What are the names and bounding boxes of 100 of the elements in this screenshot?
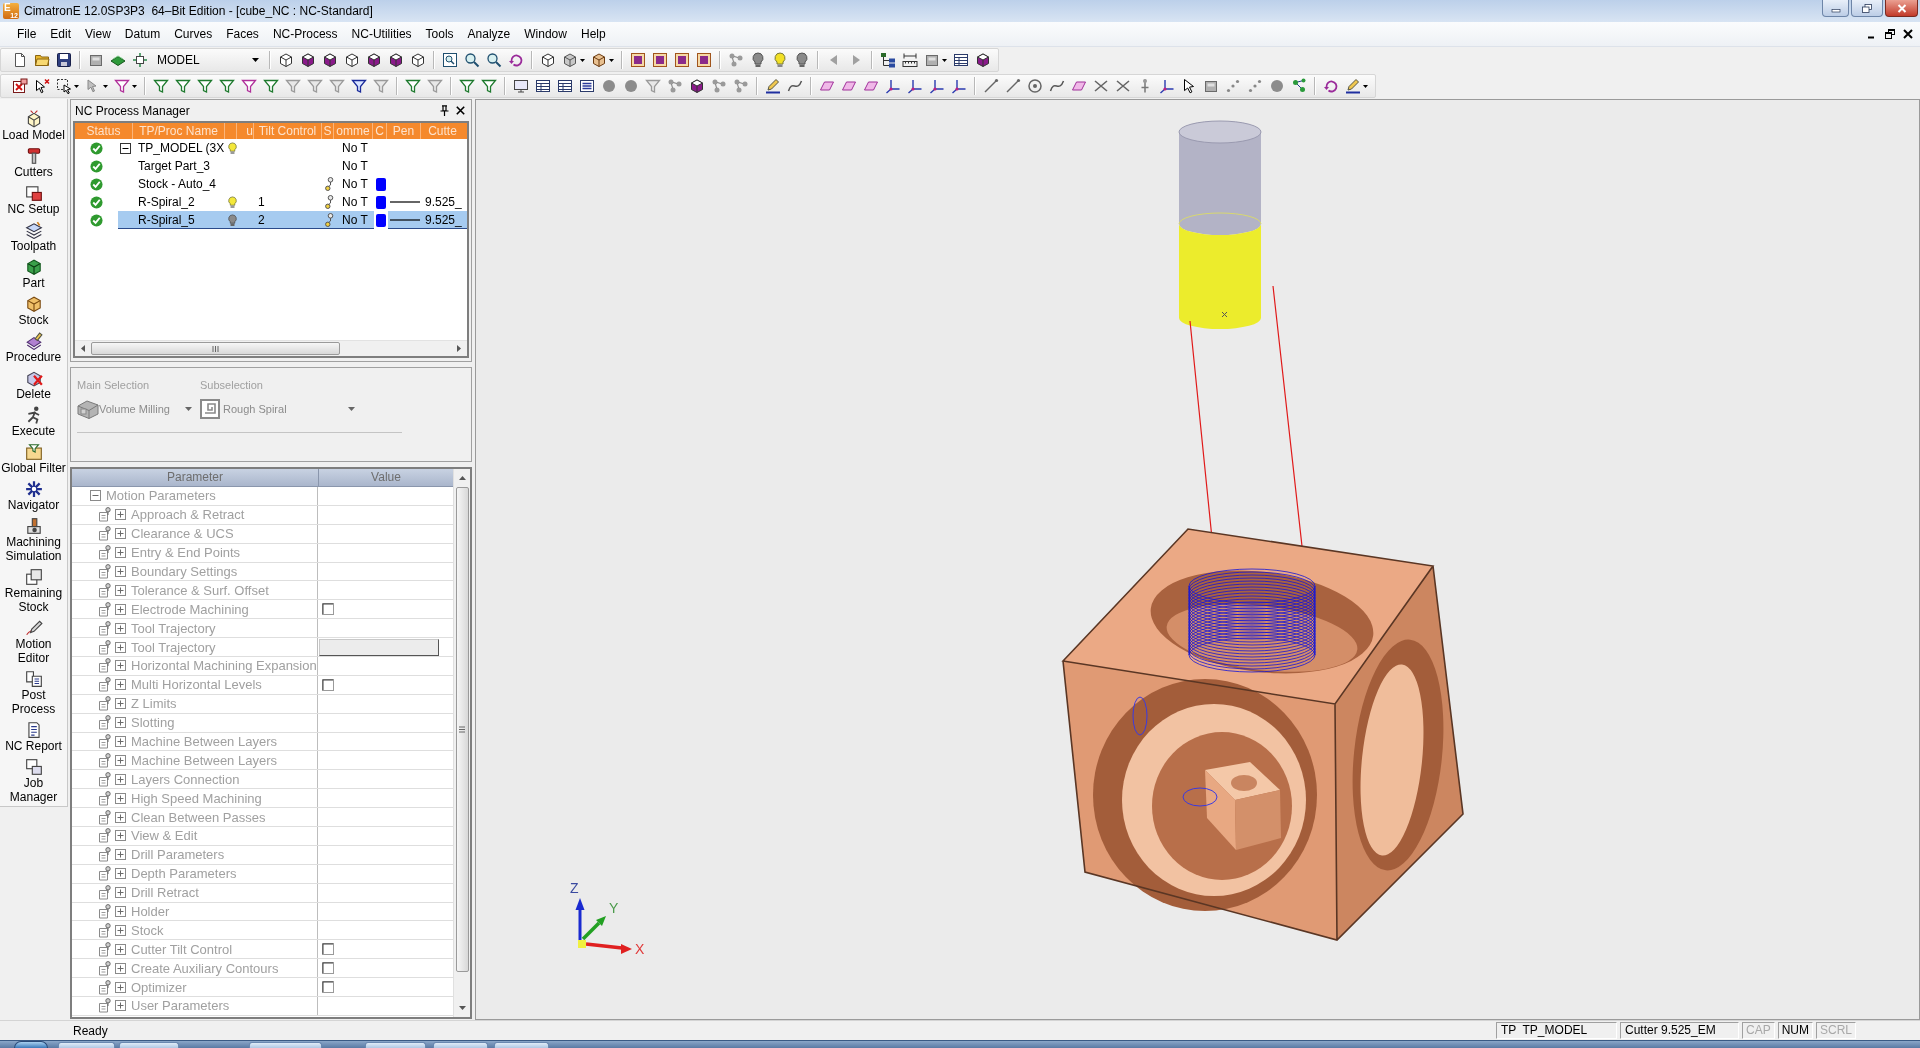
cube-icon[interactable] <box>975 52 991 68</box>
sphere-icon[interactable] <box>623 78 639 94</box>
dots-icon[interactable] <box>1247 78 1263 94</box>
plane-icon[interactable] <box>1071 78 1087 94</box>
taskbar-button[interactable] <box>119 1042 179 1048</box>
plane-icon[interactable] <box>819 78 835 94</box>
caret-icon[interactable] <box>942 58 947 62</box>
page-icon[interactable] <box>12 52 28 68</box>
tree-row[interactable]: Target Part_3 No T <box>75 157 467 175</box>
cube-icon[interactable] <box>278 52 294 68</box>
cube-icon[interactable] <box>366 52 382 68</box>
filter-icon[interactable] <box>481 78 497 94</box>
plane-icon[interactable] <box>863 78 879 94</box>
pencil-icon[interactable] <box>765 78 781 94</box>
sphere-icon[interactable] <box>1269 78 1285 94</box>
table-icon[interactable] <box>535 78 551 94</box>
move-icon[interactable] <box>132 52 148 68</box>
cube-icon[interactable] <box>540 52 556 68</box>
menu-item[interactable]: NC-Utilities <box>344 24 419 44</box>
panel-icon[interactable] <box>674 52 690 68</box>
minimize-button[interactable] <box>1822 0 1849 17</box>
sidebar-item[interactable]: Motion Editor <box>0 616 67 667</box>
caret-icon[interactable] <box>103 84 108 88</box>
table-icon[interactable] <box>953 52 969 68</box>
sidebar-item[interactable]: Global Filter <box>0 440 67 477</box>
plane-icon[interactable] <box>841 78 857 94</box>
axes-icon[interactable] <box>951 78 967 94</box>
menu-item[interactable]: View <box>78 24 118 44</box>
start-button[interactable] <box>14 1041 48 1048</box>
sidebar-item[interactable]: NC Setup <box>0 181 67 218</box>
tree-row[interactable]: TP_MODEL (3X No T <box>75 139 467 157</box>
sidebar-item[interactable]: Execute <box>0 403 67 440</box>
curve-icon[interactable] <box>787 78 803 94</box>
axes-icon[interactable] <box>885 78 901 94</box>
caret-icon[interactable] <box>580 58 585 62</box>
cube-icon[interactable] <box>410 52 426 68</box>
tree-icon[interactable] <box>880 52 896 68</box>
save-icon[interactable] <box>56 52 72 68</box>
curve-icon[interactable] <box>1049 78 1065 94</box>
close-button[interactable] <box>1885 0 1918 17</box>
pointer-icon[interactable] <box>1181 78 1197 94</box>
sidebar-item[interactable]: Navigator <box>0 477 67 514</box>
list-icon[interactable] <box>579 78 595 94</box>
axes-icon[interactable] <box>907 78 923 94</box>
axes-icon[interactable] <box>929 78 945 94</box>
graphics-area[interactable]: Z Y X <box>475 99 1920 1020</box>
bulb-icon[interactable] <box>772 52 788 68</box>
sidebar-item[interactable]: Delete <box>0 366 67 403</box>
cube-icon[interactable] <box>562 52 578 68</box>
menu-item[interactable]: NC-Process <box>265 24 345 44</box>
taskbar-button[interactable] <box>494 1042 549 1048</box>
ruler-icon[interactable] <box>902 52 918 68</box>
caret-icon[interactable] <box>74 84 79 88</box>
pencil-icon[interactable] <box>1345 78 1361 94</box>
circle-icon[interactable] <box>1027 78 1043 94</box>
cross-icon[interactable] <box>1093 78 1109 94</box>
sphere-icon[interactable] <box>601 78 617 94</box>
sidebar-item[interactable]: Post Process <box>0 667 67 718</box>
box-icon[interactable] <box>88 52 104 68</box>
bulb-icon[interactable] <box>227 141 237 155</box>
sidebar-item[interactable]: Load Model <box>0 107 67 144</box>
cube-icon[interactable] <box>388 52 404 68</box>
menu-item[interactable]: Analyze <box>460 24 518 44</box>
right-arrow-icon[interactable] <box>457 345 461 352</box>
bulb-icon[interactable] <box>227 195 237 209</box>
filter-icon[interactable] <box>114 78 130 94</box>
sidebar-item[interactable]: Machining Simulation <box>0 514 67 565</box>
cube-icon[interactable] <box>344 52 360 68</box>
sidebar-item[interactable]: Procedure <box>0 329 67 366</box>
caret-icon[interactable] <box>1363 84 1368 88</box>
folder-icon[interactable] <box>34 52 50 68</box>
dots-icon[interactable] <box>1225 78 1241 94</box>
rotate-icon[interactable] <box>508 52 524 68</box>
menu-item[interactable]: Datum <box>117 24 168 44</box>
scrollbar-thumb[interactable] <box>91 342 340 355</box>
menu-item[interactable]: Window <box>517 24 574 44</box>
caret-icon[interactable] <box>132 84 137 88</box>
line-icon[interactable] <box>983 78 999 94</box>
sidebar-item[interactable]: Toolpath <box>0 218 67 255</box>
nodes-icon[interactable] <box>733 78 749 94</box>
minus-box-icon[interactable] <box>120 142 131 154</box>
line-icon[interactable] <box>1005 78 1021 94</box>
sidebar-item[interactable]: NC Report <box>0 718 67 755</box>
view-dropdown[interactable]: MODEL <box>153 51 263 69</box>
zoom-icon[interactable] <box>464 52 480 68</box>
filter-icon[interactable] <box>175 78 191 94</box>
filter-icon[interactable] <box>241 78 257 94</box>
panel-icon[interactable] <box>696 52 712 68</box>
pointer-icon[interactable] <box>34 78 50 94</box>
selection-icon[interactable] <box>56 78 72 94</box>
cube-icon[interactable] <box>300 52 316 68</box>
cross-icon[interactable] <box>1115 78 1131 94</box>
delete-icon[interactable] <box>12 78 28 94</box>
panel-icon[interactable] <box>652 52 668 68</box>
sidebar-item[interactable]: Job Manager <box>0 755 67 806</box>
filter-icon[interactable] <box>153 78 169 94</box>
filter-icon[interactable] <box>405 78 421 94</box>
cube-icon[interactable] <box>322 52 338 68</box>
taskbar-button[interactable] <box>433 1042 488 1048</box>
axes-icon[interactable] <box>1159 78 1175 94</box>
